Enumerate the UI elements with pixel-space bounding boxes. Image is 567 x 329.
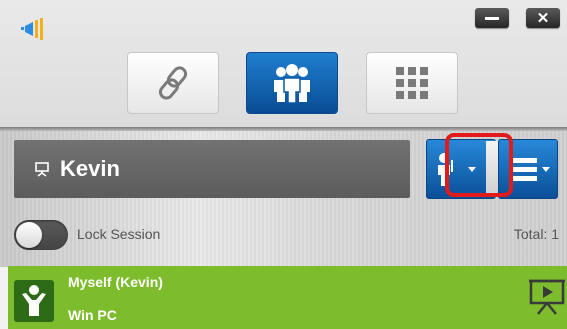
- presenter-name-bar: Kevin: [14, 140, 410, 198]
- participant-row[interactable]: Myself (Kevin) Win PC: [8, 266, 567, 329]
- participants-icon: [274, 64, 310, 104]
- app-window: ✕ Kevin Lock Session Total: 1 Myself (Ke…: [0, 0, 567, 329]
- header-area: ✕: [0, 0, 567, 130]
- chevron-down-icon: [541, 166, 550, 172]
- participant-avatar: [14, 280, 54, 322]
- participant-name: Myself (Kevin): [68, 274, 163, 290]
- close-icon: ✕: [536, 10, 550, 27]
- participant-device: Win PC: [68, 307, 117, 323]
- presenter-person-icon: [438, 153, 453, 186]
- app-logo-icon: [21, 18, 43, 40]
- total-count: Total: 1: [513, 226, 559, 242]
- chevron-down-icon: [468, 166, 476, 172]
- tab-link[interactable]: [127, 52, 219, 114]
- button-split-gap: [486, 141, 498, 197]
- presenter-person-icon: [22, 285, 46, 316]
- list-icon: [508, 158, 537, 181]
- minimize-icon: [485, 16, 499, 20]
- lock-session-toggle[interactable]: [14, 220, 68, 250]
- link-icon: [158, 66, 188, 100]
- presenter-icon: [35, 162, 49, 177]
- tab-grid[interactable]: [366, 52, 458, 114]
- grid-icon: [396, 67, 428, 99]
- close-button[interactable]: ✕: [526, 8, 560, 28]
- view-options-button[interactable]: [498, 139, 558, 199]
- presentation-screen-icon[interactable]: [528, 276, 566, 316]
- presenter-name: Kevin: [60, 156, 120, 181]
- minimize-button[interactable]: [475, 8, 509, 28]
- toggle-knob: [16, 222, 42, 248]
- tab-participants[interactable]: [246, 52, 338, 114]
- lock-session-label: Lock Session: [77, 226, 161, 242]
